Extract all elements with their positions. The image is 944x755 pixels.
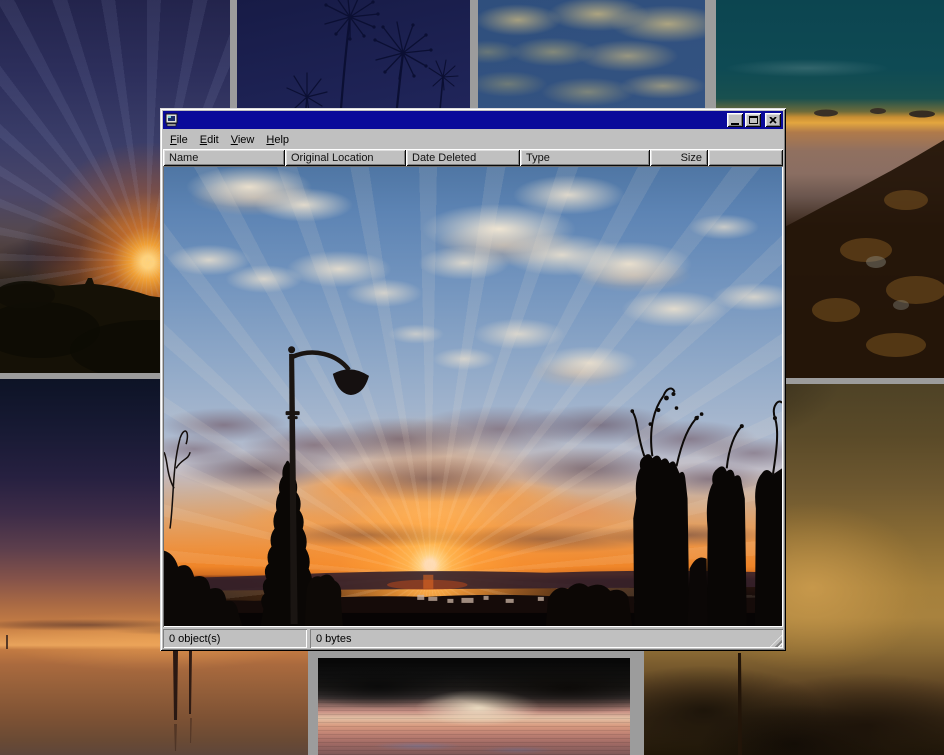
wallpaper-tile-water-reflection <box>318 658 630 755</box>
menu-bar: File Edit View Help <box>163 130 783 149</box>
computer-icon <box>165 113 179 127</box>
desktop: { "window": { "title": "", "titlebar_col… <box>0 0 944 755</box>
close-button[interactable] <box>765 113 781 127</box>
minimize-icon <box>731 123 739 125</box>
file-list-area[interactable] <box>163 166 783 627</box>
menu-file[interactable]: File <box>164 132 194 148</box>
column-header-date-deleted[interactable]: Date Deleted <box>406 149 520 166</box>
silhouettes <box>164 167 782 626</box>
menu-help[interactable]: Help <box>260 132 295 148</box>
column-header-blank[interactable] <box>708 149 783 166</box>
menu-edit[interactable]: Edit <box>194 132 225 148</box>
column-header-row: Name Original Location Date Deleted Type… <box>163 149 783 166</box>
maximize-icon <box>749 116 758 124</box>
column-header-original-location[interactable]: Original Location <box>285 149 406 166</box>
status-bar: 0 object(s) 0 bytes <box>163 629 783 648</box>
column-header-name[interactable]: Name <box>163 149 285 166</box>
close-icon <box>769 117 777 124</box>
status-bytes: 0 bytes <box>310 629 783 648</box>
maximize-button[interactable] <box>745 113 761 127</box>
minimize-button[interactable] <box>727 113 743 127</box>
column-header-type[interactable]: Type <box>520 149 650 166</box>
menu-view[interactable]: View <box>225 132 261 148</box>
status-objects: 0 object(s) <box>163 629 307 648</box>
column-header-size[interactable]: Size <box>650 149 708 166</box>
folder-background-photo <box>164 167 782 626</box>
window-titlebar[interactable] <box>163 111 783 129</box>
recycle-bin-window: File Edit View Help Name Original Locati… <box>160 108 786 651</box>
